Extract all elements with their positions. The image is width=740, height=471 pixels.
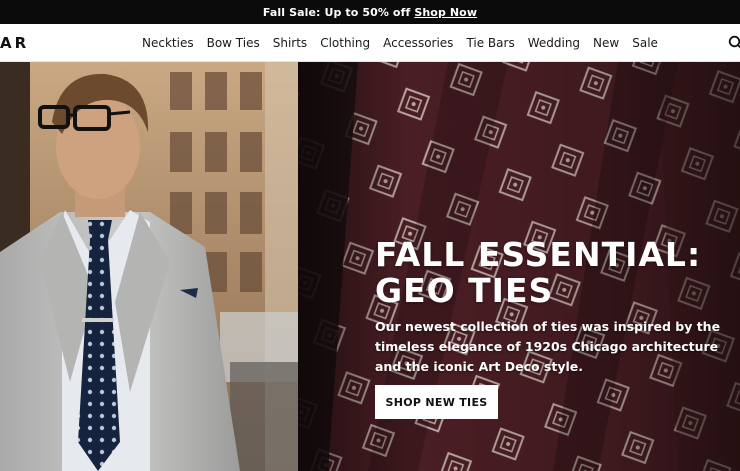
nav-accessories[interactable]: Accessories [383, 36, 453, 50]
nav-tie-bars[interactable]: Tie Bars [466, 36, 514, 50]
promo-text: Fall Sale: Up to 50% off [262, 5, 411, 19]
nav-wedding[interactable]: Wedding [528, 36, 580, 50]
model-photo [0, 62, 298, 471]
shop-new-ties-button[interactable]: SHOP NEW TIES [375, 385, 498, 419]
nav-new[interactable]: New [593, 36, 619, 50]
hero-description: Our newest collection of ties was inspir… [375, 319, 721, 374]
nav-clothing[interactable]: Clothing [320, 36, 370, 50]
nav-bow-ties[interactable]: Bow Ties [207, 36, 260, 50]
shop-now-link[interactable]: Shop Now [414, 6, 477, 19]
nav-neckties[interactable]: Neckties [142, 36, 194, 50]
nav-links: Neckties Bow Ties Shirts Clothing Access… [142, 24, 671, 62]
hero-banner: FALL ESSENTIAL: GEO TIES Our newest coll… [0, 62, 740, 471]
main-nav: AR Neckties Bow Ties Shirts Clothing Acc… [0, 24, 740, 62]
nav-sale[interactable]: Sale [632, 36, 658, 50]
hero-text-block: FALL ESSENTIAL: GEO TIES Our newest coll… [375, 237, 740, 377]
hero-title: FALL ESSENTIAL: GEO TIES [375, 235, 702, 310]
search-icon[interactable] [728, 35, 740, 51]
site-logo[interactable]: AR [0, 34, 29, 52]
nav-shirts[interactable]: Shirts [273, 36, 307, 50]
promo-bar: Fall Sale: Up to 50% off Shop Now [0, 0, 740, 24]
